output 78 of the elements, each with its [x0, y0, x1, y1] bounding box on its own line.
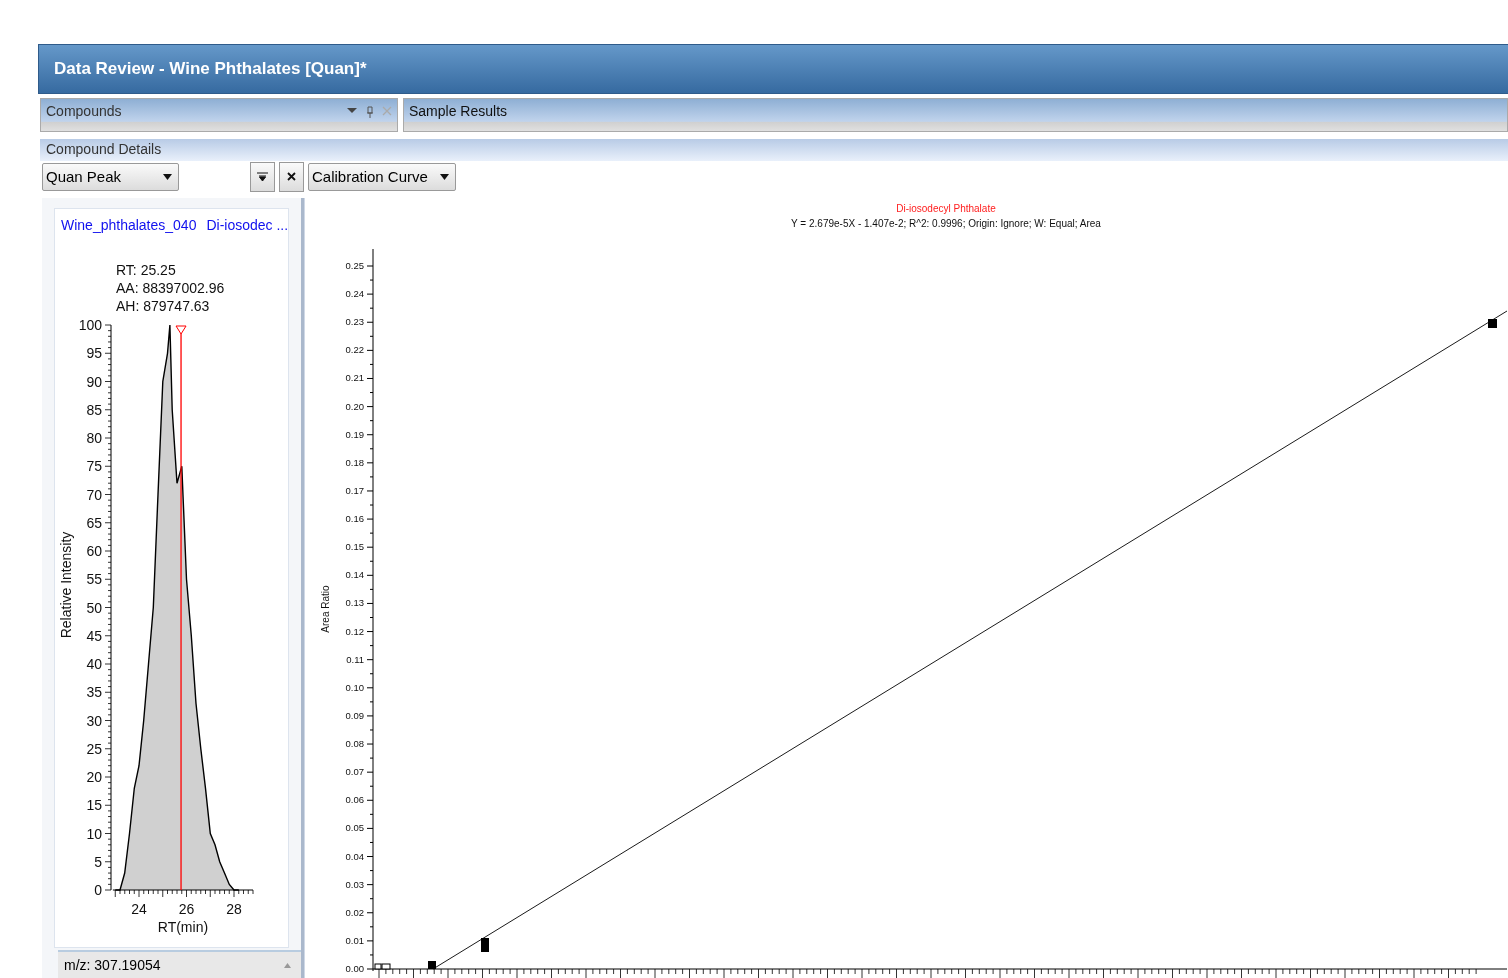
y-tick-label: 75 [86, 458, 102, 475]
y-tick-label: 95 [86, 345, 102, 362]
y-tick-label: 40 [86, 656, 102, 672]
y-tick-label: 85 [86, 401, 102, 418]
y-tick-label: 0.00 [345, 963, 364, 974]
y-tick-label: 5 [94, 853, 102, 870]
chart-title: Di-iosodecyl Phthalate [896, 203, 996, 214]
y-tick-label: 0 [94, 882, 102, 898]
section-title: Compound Details [46, 141, 163, 159]
y-tick-label: 90 [86, 373, 102, 390]
y-axis-label: Area Ratio [320, 585, 331, 633]
view-dropdown[interactable]: Quan Peak [42, 162, 179, 191]
y-axis-label: Relative Intensity [58, 531, 74, 639]
y-tick-label: 0.18 [345, 456, 364, 468]
chart-dropdown[interactable]: Calibration Curve [308, 162, 456, 191]
caret-icon [439, 173, 449, 180]
y-tick-label: 0.01 [345, 934, 364, 946]
calibration-point [428, 961, 436, 969]
x-axis-label: RT(min) [157, 919, 209, 935]
y-tick-label: 60 [86, 543, 102, 559]
calibration-point [1488, 319, 1497, 328]
y-tick-label: 100 [78, 317, 102, 333]
y-tick-label: 0.24 [345, 288, 364, 300]
y-tick-label: 0.16 [345, 513, 364, 525]
y-tick-label: 0.21 [345, 372, 364, 384]
y-tick-label: 0.20 [345, 400, 364, 412]
y-tick-label: 0.07 [345, 766, 364, 778]
y-tick-label: 80 [86, 430, 102, 446]
y-tick-label: 45 [86, 627, 102, 644]
mass-value: m/z: 307.19054 [64, 957, 161, 973]
x-tick-label: 26 [178, 901, 195, 917]
y-tick-label: 0.03 [345, 878, 364, 890]
y-tick-label: 35 [86, 684, 102, 701]
y-tick-label: 0.09 [345, 709, 364, 721]
y-tick-label: 0.11 [346, 653, 364, 665]
y-tick-label: 0.23 [345, 316, 364, 328]
y-tick-label: 20 [86, 769, 102, 785]
y-tick-label: 15 [86, 797, 102, 814]
y-tick-label: 0.14 [345, 569, 364, 581]
y-tick-label: 0.15 [345, 541, 364, 553]
y-tick-label: 0.10 [345, 681, 364, 693]
dropdown-icon[interactable] [346, 106, 358, 114]
pane-title: Sample Results [409, 103, 509, 119]
close-button[interactable] [279, 161, 304, 192]
y-tick-label: 10 [86, 825, 102, 842]
x-tick-label: 24 [131, 901, 147, 917]
x-tick-label: 28 [226, 901, 242, 917]
y-tick-label: 30 [86, 712, 102, 729]
y-tick-label: 0.25 [345, 260, 364, 271]
y-tick-label: 65 [86, 514, 102, 531]
y-tick-label: 0.06 [345, 794, 364, 806]
y-tick-label: 50 [86, 599, 102, 616]
peak-label: RT: 25.25 [116, 262, 176, 278]
y-tick-label: 0.13 [345, 597, 364, 609]
peak-label: AA: 88397002.96 [116, 280, 225, 296]
y-tick-label: 0.02 [345, 906, 364, 918]
y-tick-label: 0.22 [345, 344, 364, 356]
filter-button[interactable] [250, 161, 275, 192]
calibration-point [481, 938, 489, 952]
y-tick-label: 0.05 [345, 822, 364, 834]
y-tick-label: 55 [86, 571, 102, 588]
filter-icon [257, 172, 268, 181]
regression-equation: Y = 2.679e-5X - 1.407e-2; R^2: 0.9996; Origin: Ignore; W: Equal; Area [791, 218, 1101, 229]
sample-link[interactable]: Wine_phthalates_040 [61, 217, 197, 233]
window-title: Data Review - Wine Phthalates [Quan]* [54, 59, 367, 79]
y-tick-label: 0.12 [345, 625, 364, 637]
pane-title: Compounds [46, 103, 123, 119]
pin-icon[interactable] [366, 106, 374, 118]
y-tick-label: 0.17 [345, 484, 364, 496]
y-tick-label: 25 [86, 740, 102, 757]
y-tick-label: 0.19 [345, 428, 364, 440]
caret-icon [163, 173, 172, 180]
y-tick-label: 0.04 [345, 850, 364, 862]
peak-label: AH: 879747.63 [116, 298, 210, 314]
y-tick-label: 0.08 [345, 738, 364, 750]
close-icon [287, 172, 296, 181]
compound-link[interactable]: Di-iosodec ... [206, 217, 288, 233]
y-tick-label: 70 [86, 486, 102, 503]
